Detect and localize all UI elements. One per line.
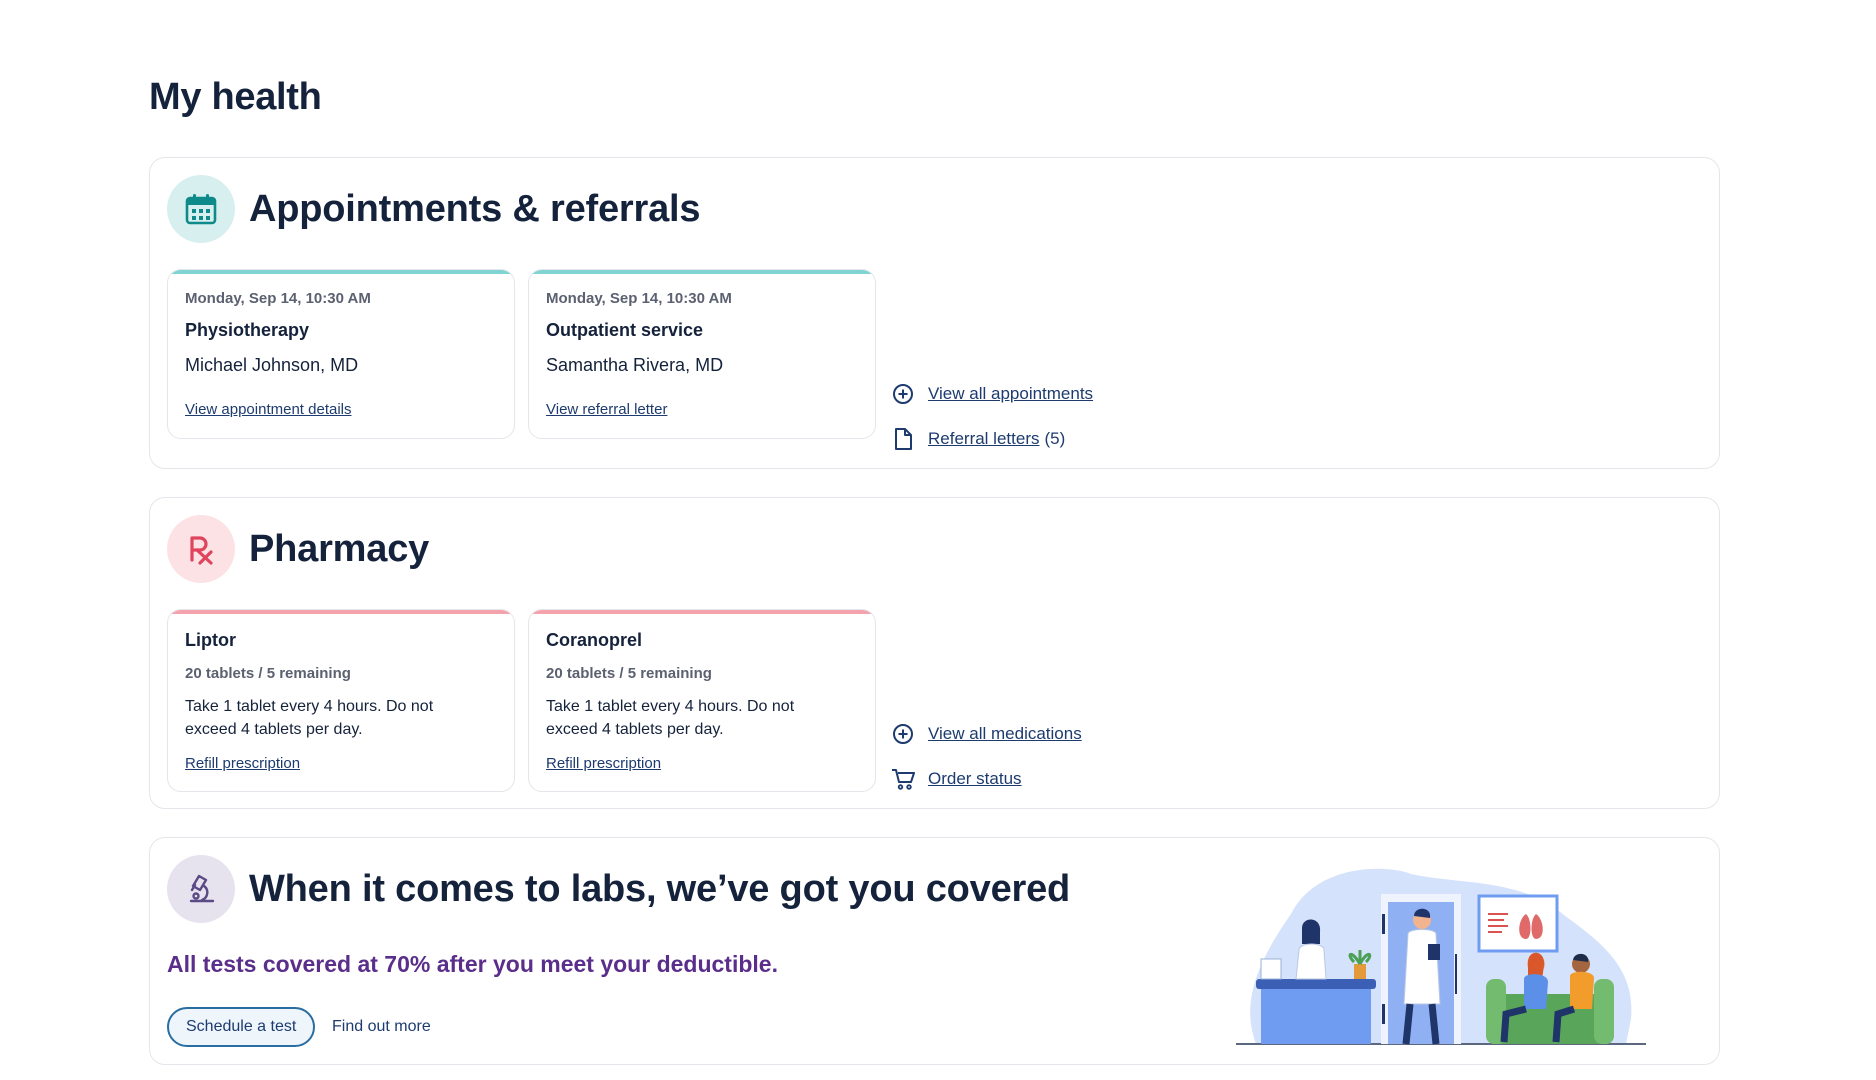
appointments-panel: Appointments & referrals Monday, Sep 14,… xyxy=(149,157,1720,469)
pharmacy-panel: Pharmacy Liptor 20 tablets / 5 remaining… xyxy=(149,497,1720,809)
cart-icon xyxy=(891,767,915,791)
labs-coverage-text: All tests covered at 70% after you meet … xyxy=(167,951,778,977)
plus-circle-icon xyxy=(891,382,915,406)
view-all-appointments-label[interactable]: View all appointments xyxy=(928,384,1093,404)
refill-prescription-link[interactable]: Refill prescription xyxy=(185,755,300,772)
referral-letters-link[interactable]: Referral letters (5) xyxy=(891,427,1093,451)
referral-card: Monday, Sep 14, 10:30 AM Outpatient serv… xyxy=(528,269,876,439)
medication-card: Liptor 20 tablets / 5 remaining Take 1 t… xyxy=(167,609,515,792)
appointment-card: Monday, Sep 14, 10:30 AM Physiotherapy M… xyxy=(167,269,515,439)
find-out-more-link[interactable]: Find out more xyxy=(332,1007,431,1047)
order-status-link[interactable]: Order status xyxy=(891,767,1082,791)
appointment-date: Monday, Sep 14, 10:30 AM xyxy=(546,290,732,307)
view-appointment-details-link[interactable]: View appointment details xyxy=(185,401,352,418)
labs-panel: When it comes to labs, we’ve got you cov… xyxy=(149,837,1720,1065)
medication-quantity: 20 tablets / 5 remaining xyxy=(185,665,351,682)
referral-letters-label[interactable]: Referral letters xyxy=(928,429,1039,449)
pharmacy-header: Pharmacy xyxy=(167,515,429,583)
refill-prescription-link[interactable]: Refill prescription xyxy=(546,755,661,772)
schedule-test-button[interactable]: Schedule a test xyxy=(167,1007,316,1047)
page-title: My health xyxy=(149,76,322,118)
view-all-medications-link[interactable]: View all medications xyxy=(891,722,1082,746)
document-icon xyxy=(891,427,915,451)
appointment-date: Monday, Sep 14, 10:30 AM xyxy=(185,290,371,307)
pharmacy-links: View all medications Order status xyxy=(891,722,1082,812)
appointment-doctor: Samantha Rivera, MD xyxy=(546,355,724,375)
referral-letters-count: (5) xyxy=(1044,429,1066,448)
calendar-icon xyxy=(167,175,235,243)
view-all-medications-label[interactable]: View all medications xyxy=(928,724,1082,744)
medication-instructions: Take 1 tablet every 4 hours. Do not exce… xyxy=(185,698,434,738)
appointments-header: Appointments & referrals xyxy=(167,175,700,243)
appointments-links: View all appointments Referral letters (… xyxy=(891,382,1093,472)
medication-name: Coranoprel xyxy=(546,630,643,650)
view-all-appointments-link[interactable]: View all appointments xyxy=(891,382,1093,406)
medication-instructions: Take 1 tablet every 4 hours. Do not exce… xyxy=(546,698,795,738)
pharmacy-title: Pharmacy xyxy=(249,527,430,570)
microscope-icon xyxy=(167,855,235,923)
appointment-type: Physiotherapy xyxy=(185,320,310,340)
order-status-label[interactable]: Order status xyxy=(928,769,1022,789)
rx-icon xyxy=(167,515,235,583)
medication-name: Liptor xyxy=(185,630,236,650)
labs-title: When it comes to labs, we’ve got you cov… xyxy=(249,867,1071,910)
appointments-title: Appointments & referrals xyxy=(249,187,701,230)
appointment-doctor: Michael Johnson, MD xyxy=(185,355,359,375)
appointment-type: Outpatient service xyxy=(546,320,704,340)
medication-card: Coranoprel 20 tablets / 5 remaining Take… xyxy=(528,609,876,792)
plus-circle-icon xyxy=(891,722,915,746)
view-referral-letter-link[interactable]: View referral letter xyxy=(546,401,667,418)
labs-header: When it comes to labs, we’ve got you cov… xyxy=(167,855,1070,923)
medication-quantity: 20 tablets / 5 remaining xyxy=(546,665,712,682)
clinic-illustration xyxy=(1236,868,1646,1045)
